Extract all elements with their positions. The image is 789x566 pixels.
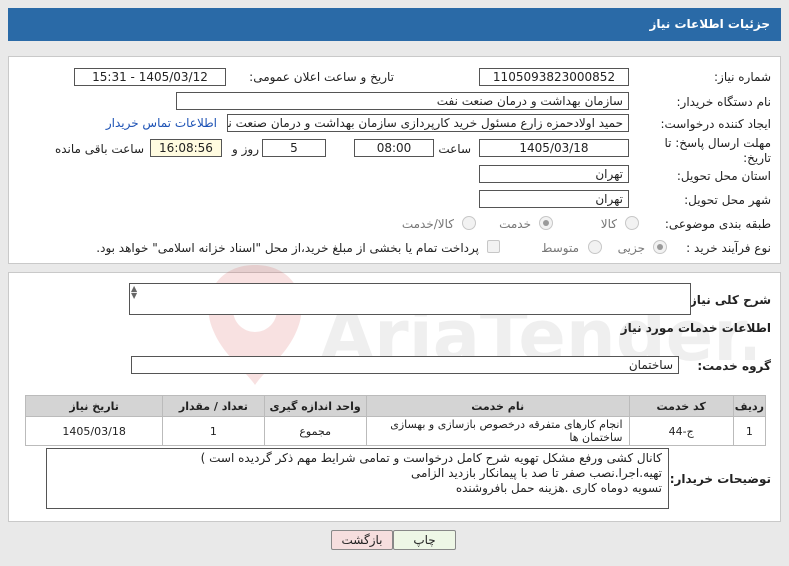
time-label: ساعت <box>438 142 471 156</box>
service-group-label: گروه خدمت: <box>697 359 771 373</box>
category-service-radio[interactable] <box>539 216 553 230</box>
need-number-field: 1105093823000852 <box>479 68 629 86</box>
print-button[interactable]: چاپ <box>393 530 456 550</box>
cell-service-code: ج-44 <box>628 416 734 446</box>
table-row: 1 ج-44 انجام کارهای متفرقه درخصوص بازساز… <box>24 416 767 446</box>
buyer-org-field: سازمان بهداشت و درمان صنعت نفت <box>176 92 629 110</box>
cell-need-date: 1405/03/18 <box>24 416 164 446</box>
col-service-name: نام خدمت <box>365 395 630 417</box>
category-goods-label: کالا <box>600 217 617 231</box>
category-goods-service-radio[interactable] <box>462 216 476 230</box>
col-row: ردیف <box>732 395 767 417</box>
process-minor-radio[interactable] <box>653 240 667 254</box>
category-label: طبقه بندی موضوعی: <box>664 217 771 231</box>
process-medium-label: متوسط <box>541 241 579 255</box>
province-label: استان محل تحویل: <box>676 169 771 183</box>
col-service-code: کد خدمت <box>628 395 734 417</box>
process-medium-radio[interactable] <box>588 240 602 254</box>
category-goods-service-label: کالا/خدمت <box>401 217 454 231</box>
buyer-notes-line: کانال کشی ورفع مشکل تهویه شرح کامل درخوا… <box>200 451 662 465</box>
remaining-time-field: 16:08:56 <box>150 139 222 157</box>
payment-note: پرداخت تمام یا بخشی از مبلغ خرید،از محل … <box>96 241 479 255</box>
buyer-notes-line: تهیه.اجرا.نصب صفر تا صد با پیمانکار بازد… <box>411 466 662 480</box>
col-need-date: تاریخ نیاز <box>24 395 164 417</box>
deadline-time-field: 08:00 <box>354 139 434 157</box>
services-section-title: اطلاعات خدمات مورد نیاز <box>620 321 771 335</box>
description-textarea[interactable] <box>129 283 691 315</box>
page-title: جزئیات اطلاعات نیاز <box>8 8 781 41</box>
category-service-label: خدمت <box>499 217 531 231</box>
deadline-label: مهلت ارسال پاسخ: تا تاریخ: <box>664 136 771 165</box>
treasury-payment-checkbox[interactable] <box>487 240 500 253</box>
city-field: تهران <box>479 190 629 208</box>
cell-unit: مجموع <box>263 416 367 446</box>
buyer-notes-label: توضیحات خریدار: <box>669 472 771 486</box>
services-table: ردیف کد خدمت نام خدمت واحد اندازه گیری ت… <box>24 395 767 446</box>
creator-field: حمید اولادحمزه زارع مسئول خرید کارپردازی… <box>227 114 629 132</box>
back-button[interactable]: بازگشت <box>331 530 393 550</box>
buyer-contact-link[interactable]: اطلاعات تماس خریدار <box>106 116 217 130</box>
province-field: تهران <box>479 165 629 183</box>
city-label: شهر محل تحویل: <box>684 193 771 207</box>
description-label: شرح کلی نیاز: <box>685 293 771 307</box>
remaining-label: ساعت باقی مانده <box>54 142 144 156</box>
process-minor-label: جزیی <box>617 241 645 255</box>
buyer-org-label: نام دستگاه خریدار: <box>676 95 772 109</box>
creator-label: ایجاد کننده درخواست: <box>660 117 771 131</box>
col-unit: واحد اندازه گیری <box>263 395 367 417</box>
deadline-date-field: 1405/03/18 <box>479 139 629 157</box>
cell-service-name: انجام کارهای متفرقه درخصوص بازسازی و بهس… <box>365 416 630 446</box>
service-group-field: ساختمان <box>131 356 679 374</box>
announce-field: 1405/03/12 - 15:31 <box>74 68 226 86</box>
cell-quantity: 1 <box>162 416 265 446</box>
table-header-row: ردیف کد خدمت نام خدمت واحد اندازه گیری ت… <box>24 395 767 417</box>
buyer-notes-textarea[interactable]: کانال کشی ورفع مشکل تهویه شرح کامل درخوا… <box>46 448 669 509</box>
category-goods-radio[interactable] <box>625 216 639 230</box>
buyer-notes-line: تسویه دوماه کاری .هزینه حمل بافروشنده <box>455 481 662 495</box>
need-number-label: شماره نیاز: <box>714 70 771 84</box>
cell-row: 1 <box>732 416 767 446</box>
days-field: 5 <box>262 139 326 157</box>
resize-handle-icon[interactable]: ▲ ▼ <box>131 285 137 300</box>
process-label: نوع فرآیند خرید : <box>686 241 771 255</box>
announce-label: تاریخ و ساعت اعلان عمومی: <box>249 70 394 84</box>
col-quantity: تعداد / مقدار <box>162 395 265 417</box>
days-label: روز و <box>232 142 259 156</box>
